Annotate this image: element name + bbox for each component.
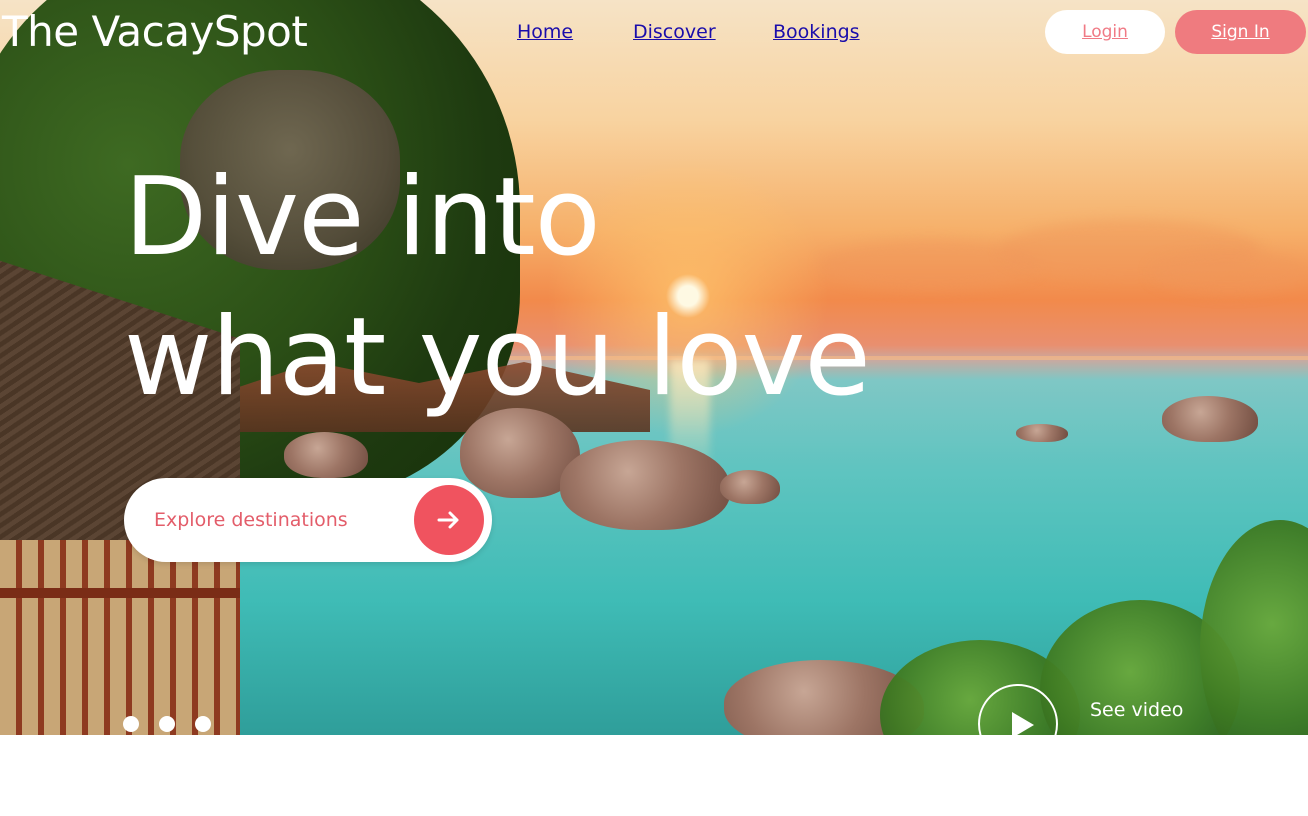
hero-title: Dive into what you love bbox=[124, 148, 1024, 428]
slide-indicators bbox=[123, 716, 223, 734]
explore-destinations-label: Explore destinations bbox=[154, 509, 348, 531]
explore-destinations-button[interactable]: Explore destinations bbox=[124, 478, 492, 562]
slide-dot[interactable] bbox=[195, 716, 211, 732]
sign-in-button[interactable]: Sign In bbox=[1175, 10, 1306, 54]
hut-railing bbox=[0, 588, 240, 598]
cloud bbox=[1150, 250, 1308, 295]
foliage bbox=[1200, 520, 1308, 735]
hut-wall bbox=[0, 540, 240, 735]
slide-dot[interactable] bbox=[159, 716, 175, 732]
nav-link-home[interactable]: Home bbox=[517, 20, 573, 44]
rock bbox=[1162, 396, 1258, 442]
site-logo[interactable]: The VacaySpot bbox=[2, 6, 308, 58]
login-button[interactable]: Login bbox=[1045, 10, 1165, 54]
play-icon bbox=[1012, 712, 1034, 735]
see-video-label[interactable]: See video bbox=[1090, 698, 1183, 722]
nav-link-bookings[interactable]: Bookings bbox=[773, 20, 860, 44]
arrow-right-glyph bbox=[437, 511, 459, 529]
slide-dot[interactable] bbox=[123, 716, 139, 732]
rock bbox=[560, 440, 730, 530]
hero-title-line-1: Dive into bbox=[124, 155, 601, 280]
rock bbox=[284, 432, 368, 478]
nav-link-discover[interactable]: Discover bbox=[633, 20, 716, 44]
rock bbox=[720, 470, 780, 504]
hero-background-image: Dive into what you love Explore destinat… bbox=[0, 0, 1308, 735]
arrow-right-icon[interactable] bbox=[414, 485, 484, 555]
page-body bbox=[0, 735, 1308, 816]
hero-title-line-2: what you love bbox=[124, 295, 871, 420]
